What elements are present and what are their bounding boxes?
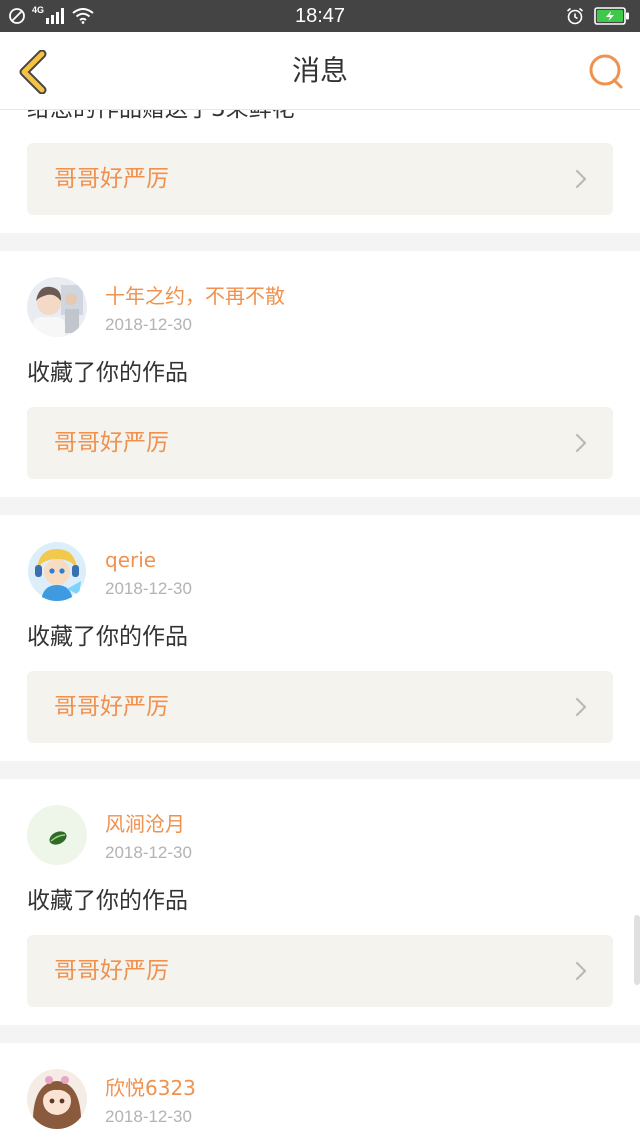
- message-card: 十年之约，不再不散 2018-12-30 收藏了你的作品 哥哥好严厉: [0, 251, 640, 497]
- message-action: 收藏了你的作品: [27, 888, 188, 914]
- message-card: 给您的作品赠送了3朵鲜花 哥哥好严厉: [0, 110, 640, 233]
- status-icons-right: [566, 5, 630, 27]
- username[interactable]: 风涧沧月: [105, 812, 185, 836]
- message-card: 欣悦6323 2018-12-30: [0, 1043, 640, 1138]
- message-list[interactable]: 给您的作品赠送了3朵鲜花 哥哥好严厉 十年之约，不再不散 2018-12-30 …: [0, 110, 640, 1138]
- battery-charging-icon: [594, 7, 629, 25]
- alarm-icon: [566, 7, 584, 25]
- message-action: 收藏了你的作品: [27, 360, 188, 386]
- chevron-right-icon: [575, 433, 587, 453]
- work-title: 哥哥好严厉: [54, 166, 169, 192]
- message-card: 风涧沧月 2018-12-30 收藏了你的作品 哥哥好严厉: [0, 779, 640, 1025]
- chevron-right-icon: [575, 169, 587, 189]
- search-icon: [589, 54, 623, 89]
- message-date: 2018-12-30: [105, 1107, 192, 1126]
- avatar[interactable]: [27, 277, 87, 337]
- work-title: 哥哥好严厉: [54, 430, 169, 456]
- work-link[interactable]: 哥哥好严厉: [27, 671, 613, 743]
- app-header: 消息: [0, 32, 640, 110]
- message-action: 给您的作品赠送了3朵鲜花: [27, 110, 295, 124]
- work-title: 哥哥好严厉: [54, 958, 169, 984]
- message-action: 收藏了你的作品: [27, 624, 188, 650]
- message-card: qerie 2018-12-30 收藏了你的作品 哥哥好严厉: [0, 515, 640, 761]
- avatar[interactable]: [27, 805, 87, 865]
- work-link[interactable]: 哥哥好严厉: [27, 143, 613, 215]
- status-bar: 4G 18:47: [0, 0, 640, 32]
- chevron-right-icon: [575, 961, 587, 981]
- username[interactable]: 十年之约，不再不散: [105, 284, 285, 308]
- avatar[interactable]: [27, 541, 87, 601]
- chevron-right-icon: [575, 697, 587, 717]
- message-date: 2018-12-30: [105, 843, 192, 862]
- search-button[interactable]: [586, 52, 626, 92]
- status-time: 18:47: [294, 5, 346, 27]
- avatar[interactable]: [27, 1069, 87, 1129]
- work-title: 哥哥好严厉: [54, 694, 169, 720]
- message-date: 2018-12-30: [105, 579, 192, 598]
- message-date: 2018-12-30: [105, 315, 192, 334]
- page-title: 消息: [291, 54, 348, 87]
- scrollbar[interactable]: [634, 915, 640, 985]
- username[interactable]: 欣悦6323: [105, 1076, 196, 1100]
- work-link[interactable]: 哥哥好严厉: [27, 407, 613, 479]
- work-link[interactable]: 哥哥好严厉: [27, 935, 613, 1007]
- username[interactable]: qerie: [105, 548, 156, 572]
